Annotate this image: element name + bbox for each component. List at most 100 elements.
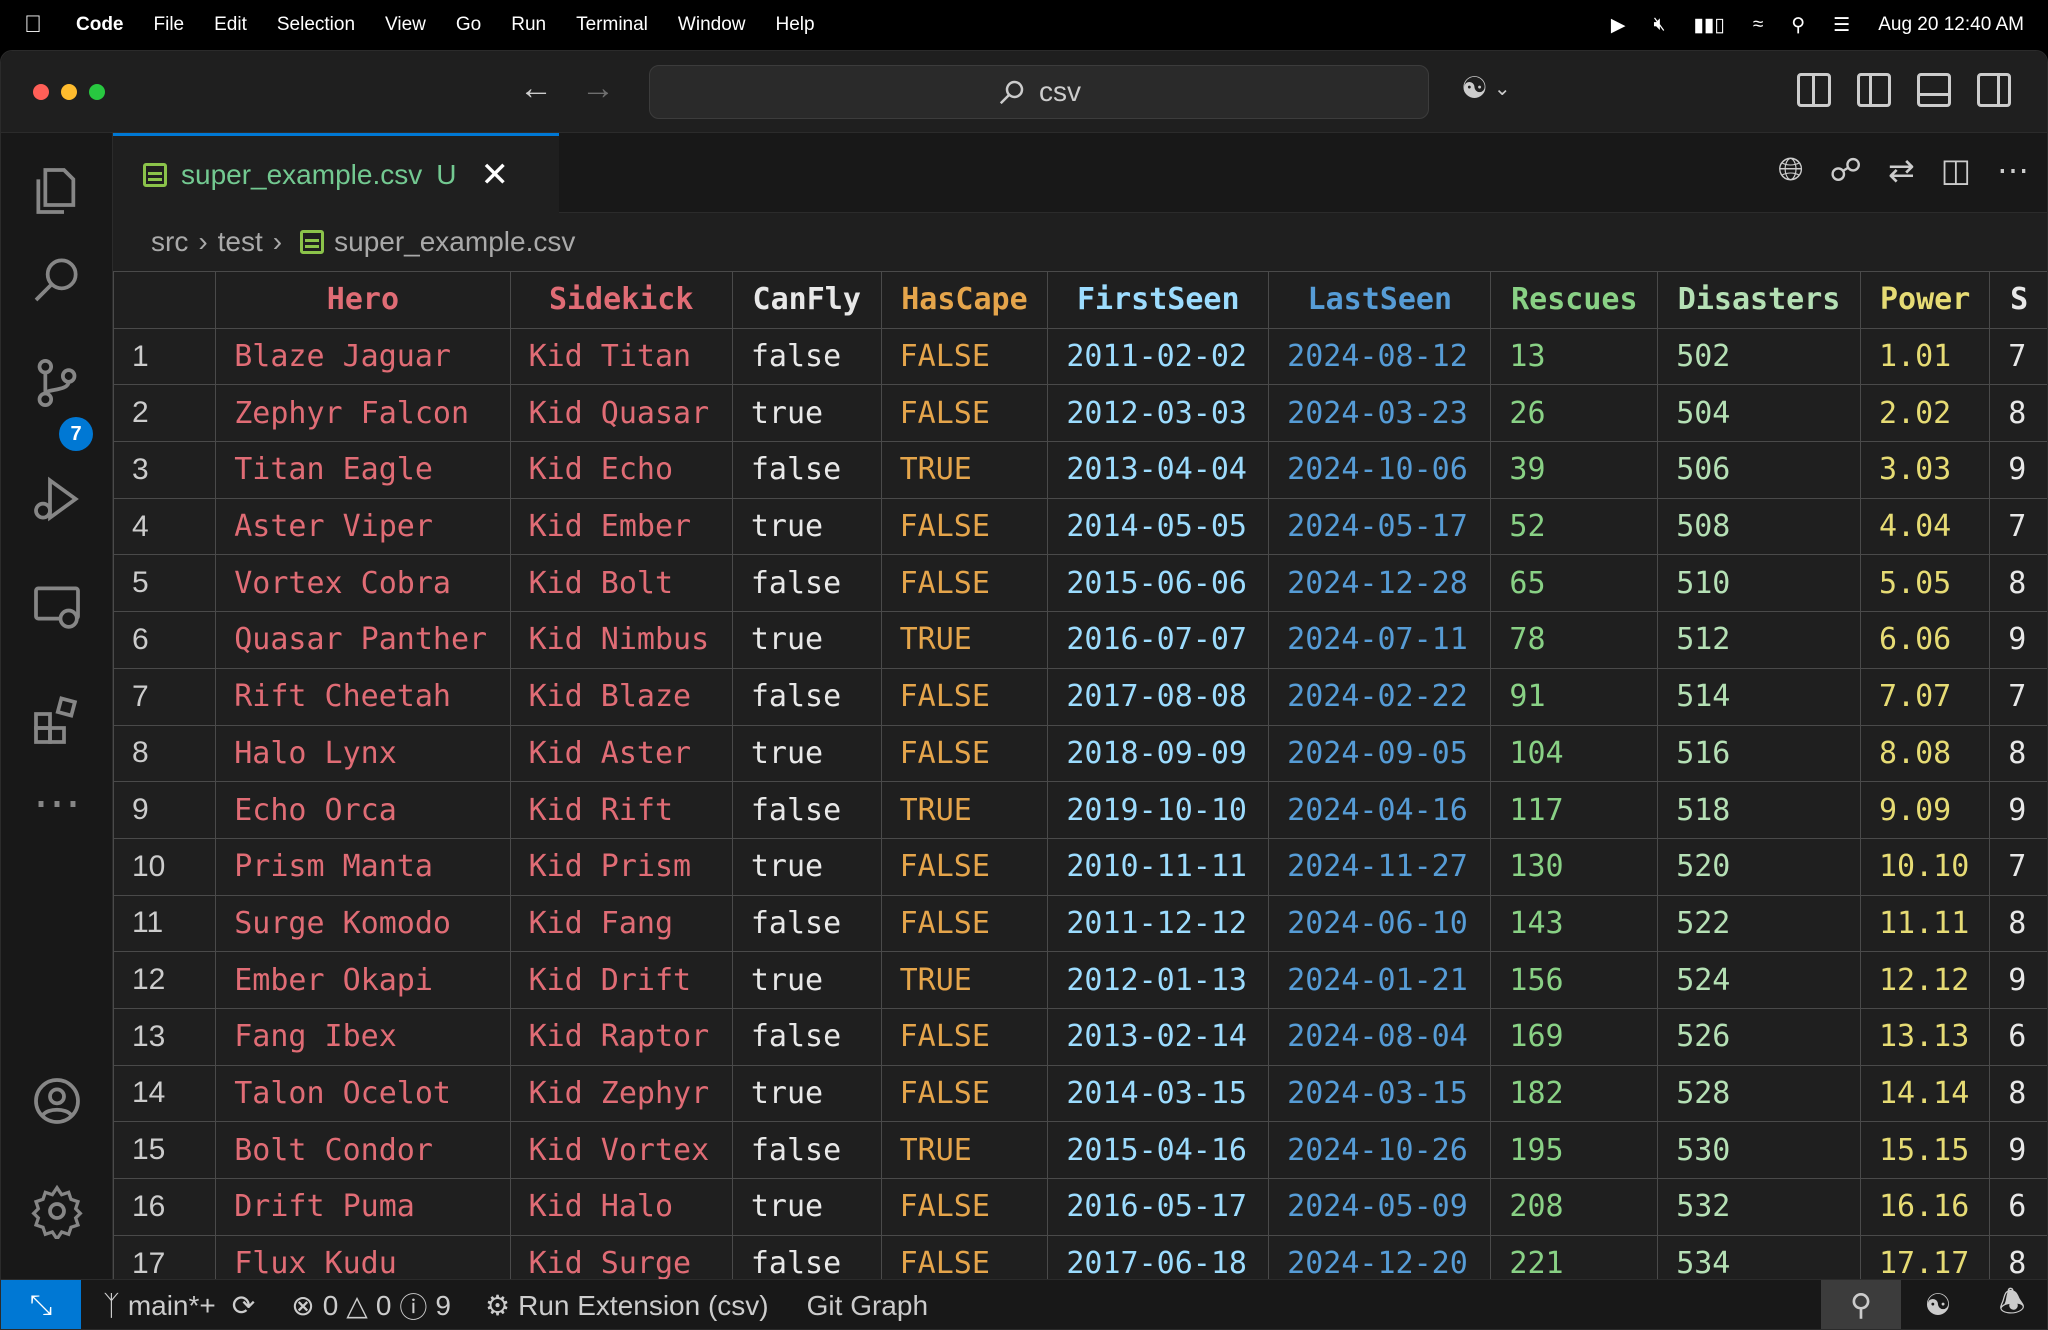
row-number[interactable]: 7 [113, 667, 217, 726]
cell-sidekick[interactable]: Kid Echo [509, 441, 733, 499]
command-center-search[interactable]: csv [649, 65, 1429, 119]
cell-rescues[interactable]: 208 [1490, 1178, 1659, 1236]
cell-lastseen[interactable]: 2024-03-23 [1268, 384, 1492, 443]
cell-disasters[interactable]: 512 [1657, 611, 1861, 669]
cell-lastseen[interactable]: 2024-08-04 [1268, 1007, 1492, 1066]
cell-hero[interactable]: Quasar Panther [215, 611, 511, 669]
cell-rescues[interactable]: 13 [1490, 327, 1659, 386]
cell-rescues[interactable]: 117 [1490, 781, 1659, 839]
cell-hero[interactable]: Flux Kudu [215, 1234, 511, 1279]
branch-status[interactable]: ᛉ main*+ ⟳ [103, 1289, 255, 1322]
cell-hascape[interactable]: TRUE [880, 611, 1049, 669]
cell-lastseen[interactable]: 2024-10-06 [1268, 441, 1492, 499]
row-number[interactable]: 17 [113, 1234, 217, 1279]
customize-layout-icon[interactable] [1797, 73, 1831, 107]
row-number[interactable]: 12 [113, 951, 217, 1009]
problems-status[interactable]: ⊗ 0 △ 0 ⓘ 9 [291, 1286, 451, 1326]
cell-s[interactable]: 8 [1989, 724, 2047, 783]
git-graph-status[interactable]: Git Graph [807, 1290, 928, 1322]
cell-rescues[interactable]: 169 [1490, 1007, 1659, 1066]
cell-canfly[interactable]: true [731, 724, 882, 783]
menu-view[interactable]: View [385, 14, 426, 36]
cell-hascape[interactable]: TRUE [880, 781, 1049, 839]
cell-s[interactable]: 8 [1989, 1064, 2047, 1123]
cell-power[interactable]: 12.12 [1859, 951, 1991, 1009]
play-status-icon[interactable]: ▶︎ [1611, 14, 1626, 37]
cell-rescues[interactable]: 78 [1490, 611, 1659, 669]
zoom-icon[interactable]: ⚲ [1821, 1279, 1901, 1329]
cell-disasters[interactable]: 524 [1657, 951, 1861, 1009]
cell-s[interactable]: 9 [1989, 441, 2047, 499]
column-header-power[interactable]: Power [1859, 271, 1991, 329]
column-header-disasters[interactable]: Disasters [1657, 271, 1861, 329]
row-number[interactable]: 2 [113, 384, 217, 443]
cell-hero[interactable]: Talon Ocelot [215, 1064, 511, 1123]
cell-disasters[interactable]: 504 [1657, 384, 1861, 443]
cell-hascape[interactable]: FALSE [880, 667, 1049, 726]
breadcrumb-src[interactable]: src [151, 226, 188, 258]
cell-firstseen[interactable]: 2011-02-02 [1047, 327, 1270, 386]
column-header-hascape[interactable]: HasCape [880, 271, 1049, 329]
row-number[interactable]: 1 [113, 327, 217, 386]
cell-s[interactable]: 8 [1989, 554, 2047, 613]
cell-power[interactable]: 14.14 [1859, 1064, 1991, 1123]
menu-clock[interactable]: Aug 20 12:40 AM [1878, 14, 2024, 36]
cell-disasters[interactable]: 516 [1657, 724, 1861, 783]
cell-sidekick[interactable]: Kid Prism [509, 837, 733, 896]
cell-sidekick[interactable]: Kid Titan [509, 327, 733, 386]
column-header-sidekick[interactable]: Sidekick [509, 271, 733, 329]
row-number[interactable]: 10 [113, 837, 217, 896]
menu-terminal[interactable]: Terminal [576, 14, 648, 36]
cell-power[interactable]: 15.15 [1859, 1121, 1991, 1179]
cell-sidekick[interactable]: Kid Bolt [509, 554, 733, 613]
cell-lastseen[interactable]: 2024-01-21 [1268, 951, 1492, 1009]
menu-app-name[interactable]: Code [76, 14, 124, 36]
more-actions-icon[interactable]: ⋯ [1997, 151, 2029, 189]
column-header-s[interactable]: S [1989, 271, 2047, 329]
cell-hero[interactable]: Echo Orca [215, 781, 511, 839]
cell-sidekick[interactable]: Kid Zephyr [509, 1064, 733, 1123]
cell-firstseen[interactable]: 2017-06-18 [1047, 1234, 1270, 1279]
row-number[interactable]: 4 [113, 497, 217, 556]
menu-selection[interactable]: Selection [277, 14, 355, 36]
cell-canfly[interactable]: false [731, 781, 882, 839]
spotlight-search-icon[interactable]: ⚲ [1791, 14, 1805, 37]
cell-s[interactable]: 7 [1989, 497, 2047, 556]
cell-hero[interactable]: Prism Manta [215, 837, 511, 896]
cell-disasters[interactable]: 506 [1657, 441, 1861, 499]
cell-firstseen[interactable]: 2016-07-07 [1047, 611, 1270, 669]
cell-disasters[interactable]: 526 [1657, 1007, 1861, 1066]
cell-sidekick[interactable]: Kid Fang [509, 894, 733, 953]
cell-power[interactable]: 6.06 [1859, 611, 1991, 669]
cell-rescues[interactable]: 52 [1490, 497, 1659, 556]
cell-power[interactable]: 3.03 [1859, 441, 1991, 499]
cell-sidekick[interactable]: Kid Raptor [509, 1007, 733, 1066]
cell-lastseen[interactable]: 2024-04-16 [1268, 781, 1492, 839]
cell-rescues[interactable]: 182 [1490, 1064, 1659, 1123]
breadcrumb-test[interactable]: test [218, 226, 263, 258]
remote-indicator-icon[interactable]: ⤡ [1, 1279, 81, 1329]
cell-lastseen[interactable]: 2024-03-15 [1268, 1064, 1492, 1123]
column-header-canfly[interactable]: CanFly [731, 271, 882, 329]
close-icon[interactable]: ✕ [480, 155, 509, 195]
run-debug-icon[interactable] [27, 469, 87, 529]
cell-lastseen[interactable]: 2024-02-22 [1268, 667, 1492, 726]
menu-go[interactable]: Go [456, 14, 481, 36]
cell-power[interactable]: 11.11 [1859, 894, 1991, 953]
tab-super-example-csv[interactable]: super_example.csv U ✕ [113, 133, 559, 213]
row-number[interactable]: 9 [113, 781, 217, 839]
column-header-hero[interactable]: Hero [215, 271, 511, 329]
row-number[interactable]: 16 [113, 1178, 217, 1236]
cell-power[interactable]: 1.01 [1859, 327, 1991, 386]
cell-s[interactable]: 9 [1989, 781, 2047, 839]
cell-rescues[interactable]: 91 [1490, 667, 1659, 726]
cell-hero[interactable]: Surge Komodo [215, 894, 511, 953]
cell-disasters[interactable]: 520 [1657, 837, 1861, 896]
cell-firstseen[interactable]: 2012-01-13 [1047, 951, 1270, 1009]
cell-disasters[interactable]: 510 [1657, 554, 1861, 613]
forward-arrow-icon[interactable]: → [581, 69, 615, 108]
cell-firstseen[interactable]: 2013-04-04 [1047, 441, 1270, 499]
notifications-bell-icon[interactable]: 🕭︎ [1975, 1280, 2047, 1329]
cell-rescues[interactable]: 195 [1490, 1121, 1659, 1179]
row-number[interactable]: 6 [113, 611, 217, 669]
